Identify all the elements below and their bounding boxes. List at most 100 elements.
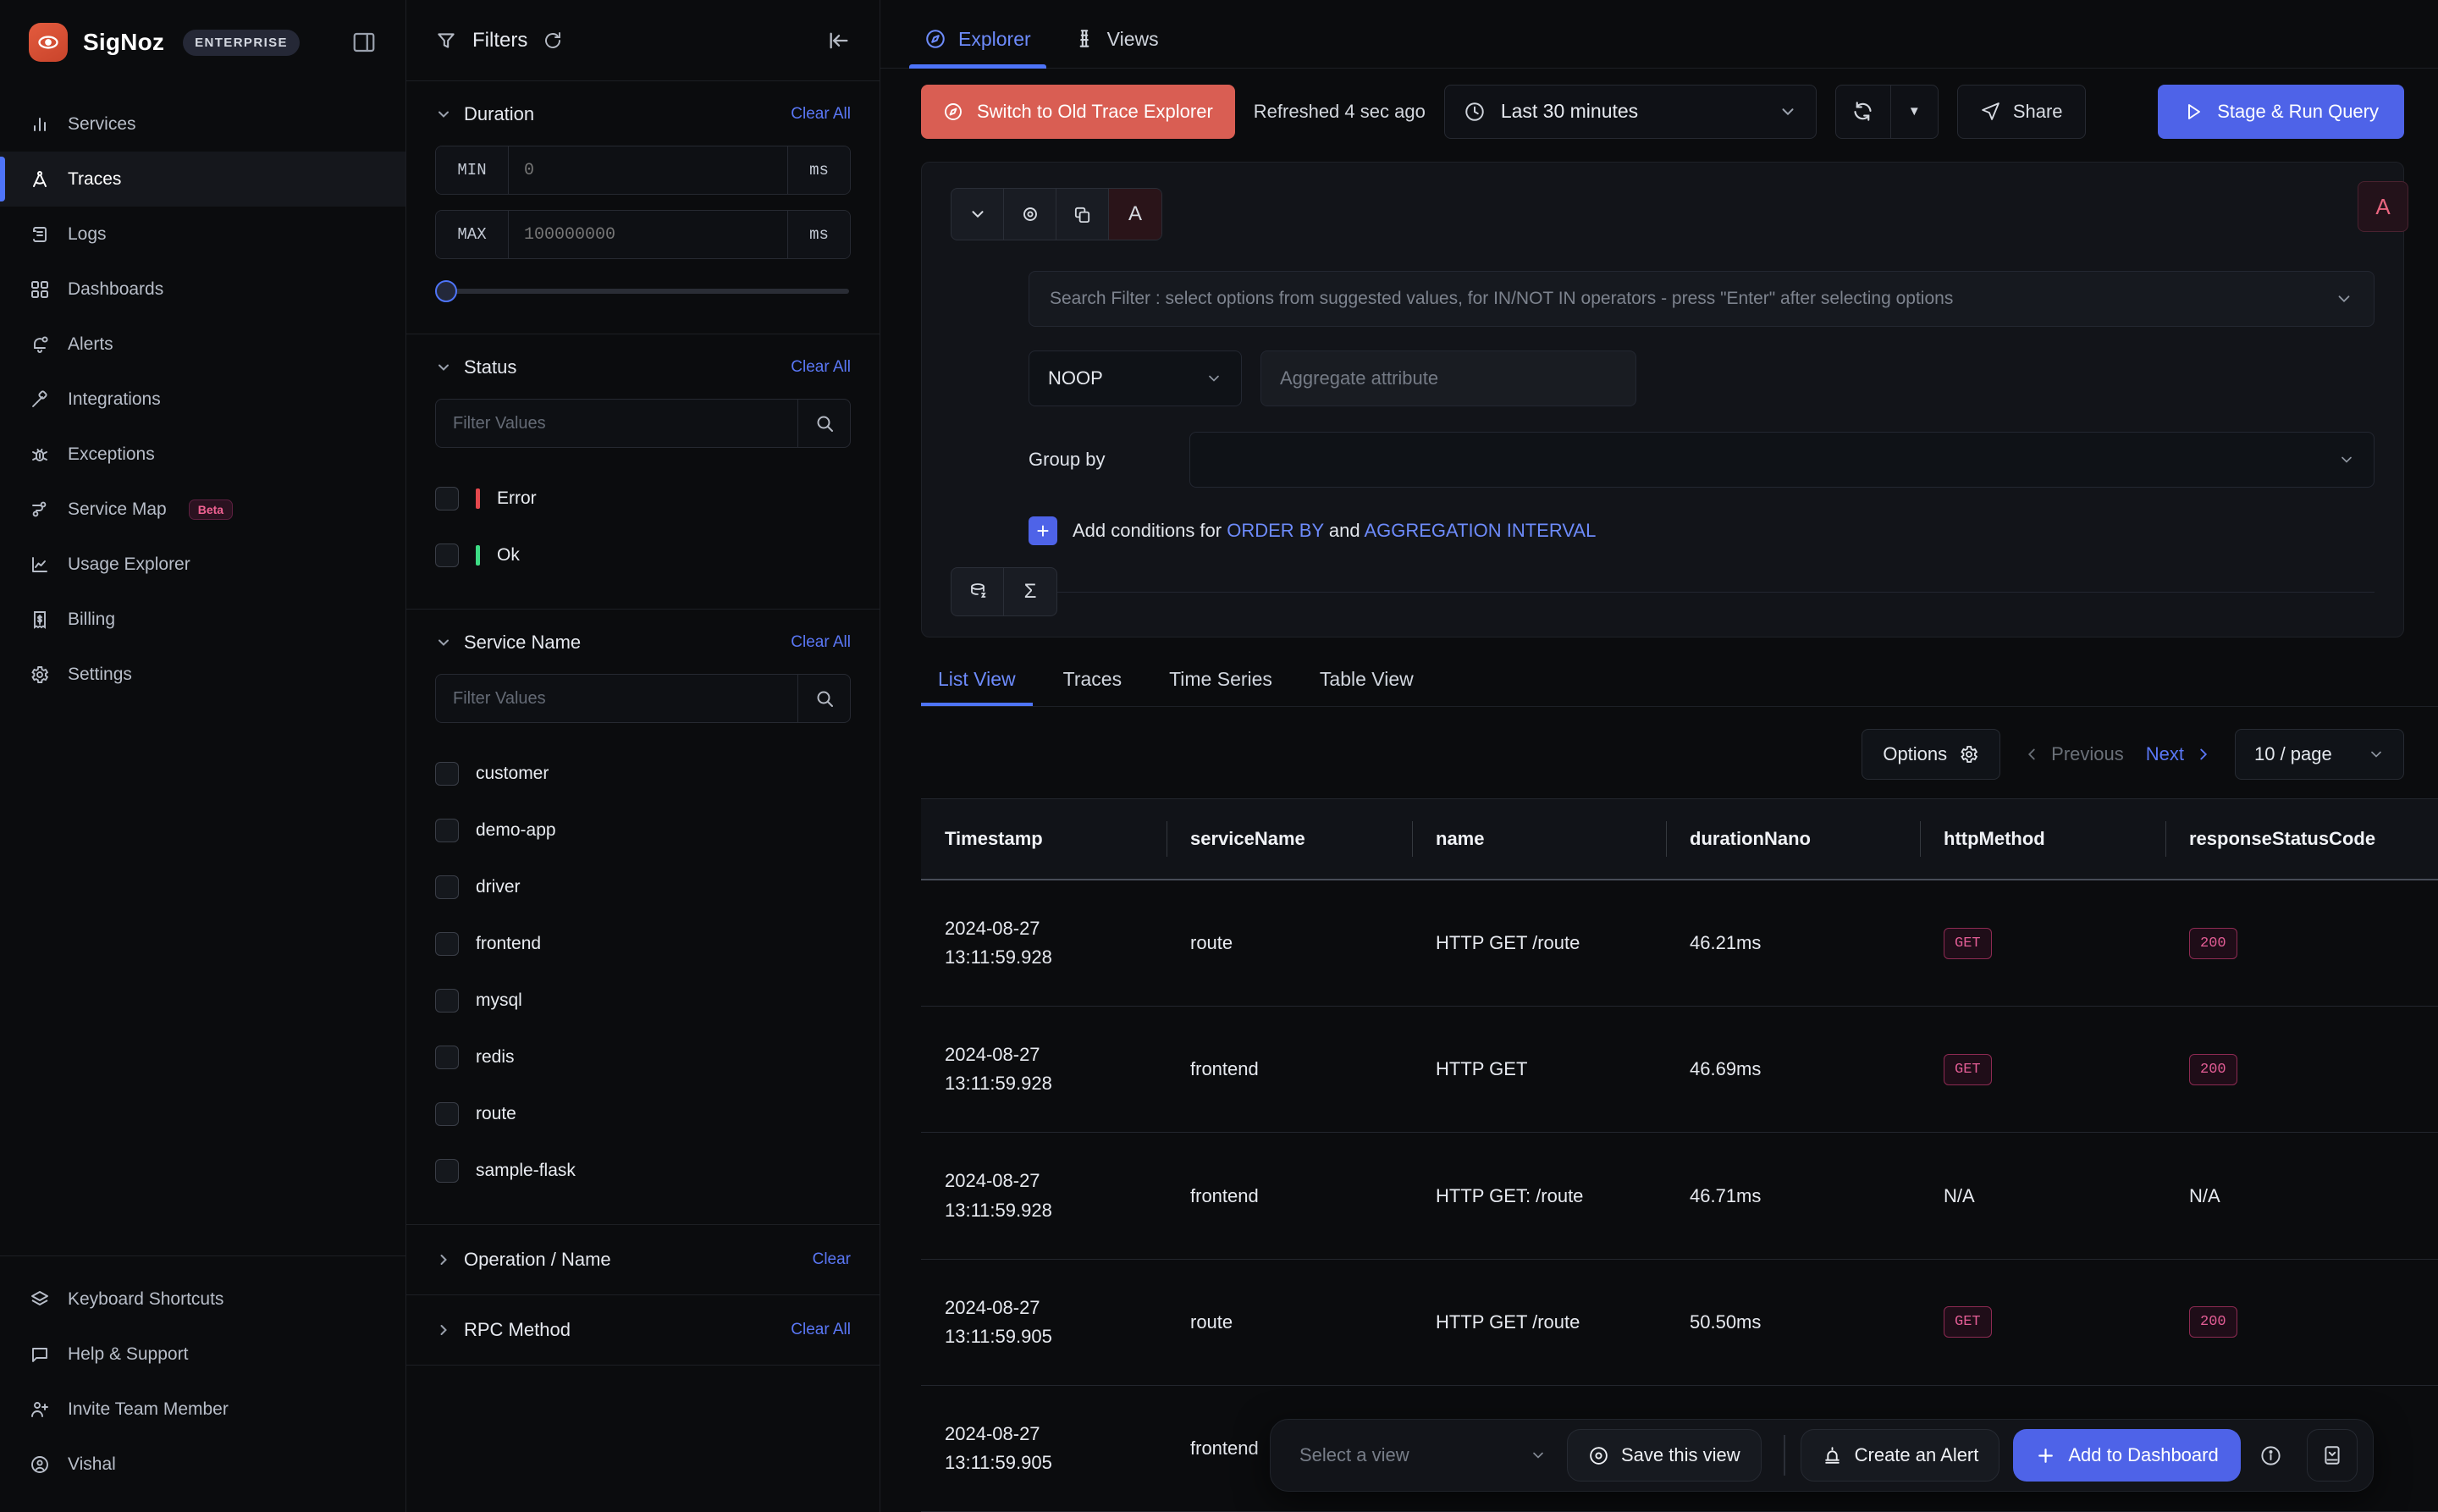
sidebar-item-usage-explorer[interactable]: Usage Explorer xyxy=(0,537,405,592)
duration-clear-all[interactable]: Clear All xyxy=(791,105,851,124)
column-header-name[interactable]: name xyxy=(1412,799,1666,880)
sidebar-item-settings[interactable]: Settings xyxy=(0,647,405,702)
search-icon[interactable] xyxy=(797,400,850,447)
chevron-right-icon[interactable] xyxy=(435,1251,452,1268)
sidebar-item-integrations[interactable]: Integrations xyxy=(0,372,405,427)
query-label-badge-right[interactable]: A xyxy=(2358,181,2408,232)
save-this-view-button[interactable]: Save this view xyxy=(1567,1429,1762,1482)
checkbox[interactable] xyxy=(435,989,459,1013)
service-option[interactable]: mysql xyxy=(435,972,851,1029)
add-to-dashboard-button[interactable]: Add to Dashboard xyxy=(2013,1429,2240,1482)
chevron-down-icon[interactable] xyxy=(435,106,452,123)
chevron-down-icon[interactable] xyxy=(435,634,452,651)
collapse-panel-icon[interactable] xyxy=(2307,1429,2358,1482)
service-option[interactable]: sample-flask xyxy=(435,1142,851,1199)
sidebar-item-user-profile[interactable]: Vishal xyxy=(0,1437,405,1492)
service-name-filter-input[interactable] xyxy=(436,675,797,722)
aggregation-interval-link[interactable]: AGGREGATION INTERVAL xyxy=(1364,520,1596,541)
table-row[interactable]: 2024-08-27 13:11:59.928 frontend HTTP GE… xyxy=(921,1007,2438,1133)
column-header-durationnano[interactable]: durationNano xyxy=(1666,799,1920,880)
time-range-picker[interactable]: Last 30 minutes xyxy=(1444,85,1817,139)
rpc-method-clear[interactable]: Clear All xyxy=(791,1321,851,1339)
refresh-options-caret-icon[interactable]: ▼ xyxy=(1890,86,1938,138)
duration-slider[interactable] xyxy=(435,274,851,308)
sidebar-item-billing[interactable]: Billing xyxy=(0,592,405,647)
checkbox[interactable] xyxy=(435,875,459,899)
order-by-link[interactable]: ORDER BY xyxy=(1227,520,1324,541)
chevron-down-icon[interactable] xyxy=(435,359,452,376)
checkbox[interactable] xyxy=(435,1159,459,1183)
table-row[interactable]: 2024-08-27 13:11:59.905 route HTTP GET /… xyxy=(921,1259,2438,1385)
status-option-ok[interactable]: Ok xyxy=(435,527,851,583)
slider-handle[interactable] xyxy=(435,280,457,302)
options-button[interactable]: Options xyxy=(1862,729,2000,780)
service-option[interactable]: driver xyxy=(435,858,851,915)
checkbox[interactable] xyxy=(435,762,459,786)
duration-max-input[interactable] xyxy=(509,211,787,258)
duration-min-input[interactable] xyxy=(509,146,787,194)
duplicate-query-icon[interactable] xyxy=(1056,189,1109,240)
checkbox[interactable] xyxy=(435,819,459,842)
service-name-clear-all[interactable]: Clear All xyxy=(791,633,851,652)
sidebar-item-logs[interactable]: Logs xyxy=(0,207,405,262)
status-clear-all[interactable]: Clear All xyxy=(791,358,851,377)
checkbox[interactable] xyxy=(435,1046,459,1069)
per-page-select[interactable]: 10 / page xyxy=(2235,729,2404,780)
sidebar-item-service-map[interactable]: Service Map Beta xyxy=(0,482,405,537)
next-page-button[interactable]: Next xyxy=(2146,743,2213,765)
column-header-timestamp[interactable]: Timestamp xyxy=(921,799,1167,880)
group-by-input[interactable] xyxy=(1189,432,2375,488)
service-option[interactable]: demo-app xyxy=(435,802,851,858)
visibility-eye-icon[interactable] xyxy=(1004,189,1056,240)
service-option[interactable]: route xyxy=(435,1085,851,1142)
column-header-servicename[interactable]: serviceName xyxy=(1167,799,1412,880)
column-header-httpmethod[interactable]: httpMethod xyxy=(1920,799,2165,880)
table-row[interactable]: 2024-08-27 13:11:59.928 frontend HTTP GE… xyxy=(921,1133,2438,1259)
service-option[interactable]: customer xyxy=(435,745,851,802)
operation-name-clear[interactable]: Clear xyxy=(813,1250,851,1269)
info-icon[interactable] xyxy=(2248,1429,2295,1482)
filter-section-rpc-method[interactable]: RPC Method Clear All xyxy=(406,1295,880,1366)
refresh-icon[interactable] xyxy=(1836,86,1890,138)
create-alert-button[interactable]: Create an Alert xyxy=(1801,1429,2000,1482)
sidebar-item-dashboards[interactable]: Dashboards xyxy=(0,262,405,317)
sidebar-item-invite-team-member[interactable]: Invite Team Member xyxy=(0,1382,405,1437)
checkbox[interactable] xyxy=(435,487,459,510)
sidebar-item-traces[interactable]: Traces xyxy=(0,152,405,207)
service-option[interactable]: redis xyxy=(435,1029,851,1085)
tab-explorer[interactable]: Explorer xyxy=(909,28,1046,68)
sidebar-item-help-support[interactable]: Help & Support xyxy=(0,1327,405,1382)
tab-traces[interactable]: Traces xyxy=(1046,668,1139,706)
refresh-filters-icon[interactable] xyxy=(543,30,563,51)
previous-page-button[interactable]: Previous xyxy=(2022,743,2124,765)
service-option[interactable]: frontend xyxy=(435,915,851,972)
share-button[interactable]: Share xyxy=(1957,85,2086,139)
query-label-badge-a[interactable]: A xyxy=(1109,189,1161,240)
tab-list-view[interactable]: List View xyxy=(921,668,1033,706)
chevron-down-icon[interactable] xyxy=(2335,290,2353,308)
search-filter-input[interactable]: Search Filter : select options from sugg… xyxy=(1029,271,2375,327)
stage-and-run-query-button[interactable]: Stage & Run Query xyxy=(2158,85,2404,139)
add-formula-sigma-icon[interactable]: Σ xyxy=(1004,568,1056,615)
add-query-database-icon[interactable] xyxy=(951,568,1004,615)
tab-time-series[interactable]: Time Series xyxy=(1152,668,1289,706)
tab-table-view[interactable]: Table View xyxy=(1303,668,1431,706)
collapse-query-icon[interactable] xyxy=(951,189,1004,240)
aggregate-attribute-input[interactable]: Aggregate attribute xyxy=(1260,350,1636,406)
search-icon[interactable] xyxy=(797,675,850,722)
filter-section-operation-name[interactable]: Operation / Name Clear xyxy=(406,1225,880,1295)
column-header-responsestatuscode[interactable]: responseStatusCode xyxy=(2165,799,2438,880)
chevron-right-icon[interactable] xyxy=(435,1322,452,1338)
status-filter-input[interactable] xyxy=(436,400,797,447)
collapse-filters-icon[interactable] xyxy=(827,29,851,52)
add-conditions-plus-icon[interactable]: + xyxy=(1029,516,1057,545)
collapse-sidebar-icon[interactable] xyxy=(351,30,377,55)
sidebar-item-services[interactable]: Services xyxy=(0,97,405,152)
sidebar-item-keyboard-shortcuts[interactable]: Keyboard Shortcuts xyxy=(0,1272,405,1327)
select-view-dropdown[interactable]: Select a view xyxy=(1299,1444,1553,1466)
checkbox[interactable] xyxy=(435,1102,459,1126)
checkbox[interactable] xyxy=(435,544,459,567)
status-option-error[interactable]: Error xyxy=(435,470,851,527)
tab-views[interactable]: Views xyxy=(1058,28,1174,68)
table-row[interactable]: 2024-08-27 13:11:59.928 route HTTP GET /… xyxy=(921,880,2438,1007)
